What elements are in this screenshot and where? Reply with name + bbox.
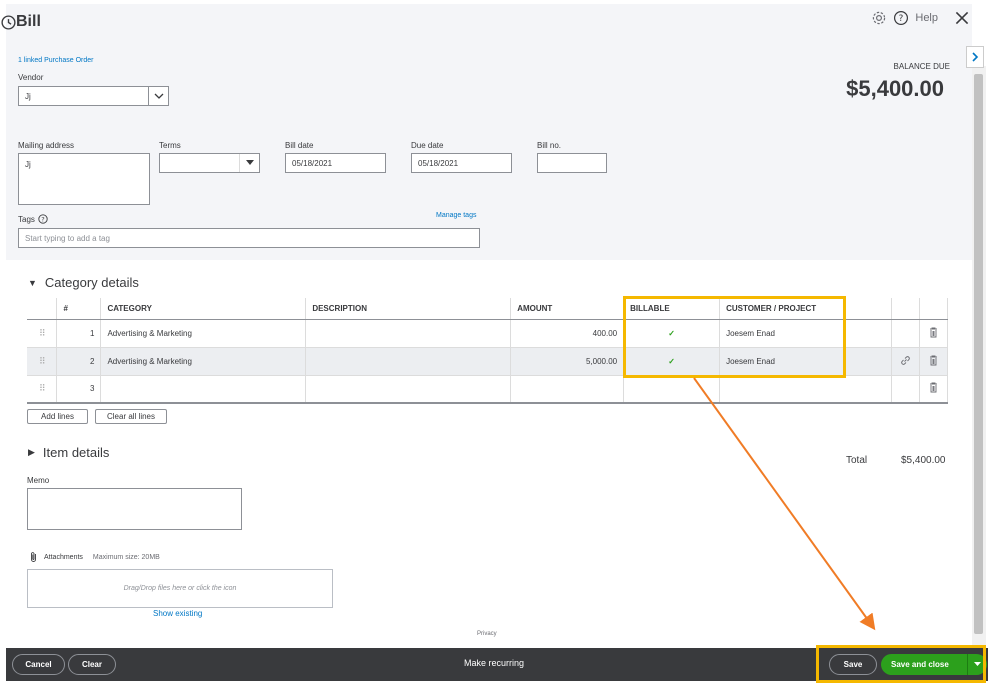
mailing-address-field[interactable]: Jj <box>18 153 150 205</box>
row-category[interactable] <box>100 375 307 404</box>
vendor-label: Vendor <box>18 73 44 82</box>
caret-down-icon[interactable] <box>239 154 259 172</box>
attachments-max-size: Maximum size: 20MB <box>92 553 160 561</box>
row-amount[interactable] <box>510 375 625 404</box>
help-label[interactable]: Help <box>915 12 938 24</box>
row-description[interactable] <box>305 375 512 404</box>
linked-po-link[interactable]: 1 linked Purchase Order <box>18 57 93 64</box>
tags-input[interactable]: Start typing to add a tag <box>18 228 480 248</box>
due-date-label: Due date <box>411 141 444 150</box>
drag-handle-icon[interactable]: ⠿ <box>27 319 58 348</box>
row-billable[interactable] <box>623 375 721 404</box>
row-number: 2 <box>56 347 102 376</box>
billable-customer-highlight <box>623 296 846 378</box>
page-title: Bill <box>16 13 41 30</box>
terms-label: Terms <box>159 141 181 150</box>
svg-text:?: ? <box>41 216 44 224</box>
bill-no-label: Bill no. <box>537 141 562 150</box>
mailing-address-label: Mailing address <box>18 141 75 150</box>
attachments-row: Attachments Maximum size: 20MB <box>29 551 160 563</box>
col-header-description: DESCRIPTION <box>305 298 512 320</box>
row-category[interactable]: Advertising & Marketing <box>100 319 307 348</box>
tags-label-group: Tags ? <box>18 214 48 224</box>
info-icon[interactable]: ? <box>38 214 48 224</box>
balance-due-label: BALANCE DUE <box>893 62 950 71</box>
trash-icon[interactable] <box>919 319 949 348</box>
clear-button[interactable]: Clear <box>68 654 116 675</box>
chevron-down-icon[interactable] <box>148 87 168 105</box>
make-recurring-button[interactable]: Make recurring <box>464 658 524 668</box>
trash-icon[interactable] <box>919 375 949 404</box>
paperclip-icon <box>31 552 36 562</box>
vendor-value: Jj <box>25 92 31 101</box>
tags-label: Tags <box>18 214 35 224</box>
triangle-down-icon: ▼ <box>28 277 37 288</box>
svg-text:?: ? <box>899 14 904 24</box>
link-col-header <box>891 298 920 320</box>
drag-handle-icon[interactable]: ⠿ <box>27 347 58 376</box>
bill-header-panel: Bill ? Help 1 linked Purchase Order Vend… <box>1 4 972 260</box>
total-value: $5,400.00 <box>901 455 946 466</box>
triangle-right-icon: ▶ <box>28 447 35 457</box>
gear-icon[interactable] <box>871 10 887 26</box>
due-date-value: 05/18/2021 <box>418 159 459 168</box>
side-panel-toggle[interactable] <box>966 46 984 68</box>
total-label: Total <box>846 455 868 466</box>
row-category[interactable]: Advertising & Marketing <box>100 347 307 376</box>
tags-placeholder: Start typing to add a tag <box>25 234 110 243</box>
link-icon[interactable] <box>891 347 920 376</box>
delete-col-header <box>919 298 949 320</box>
vendor-select[interactable]: Jj <box>18 86 169 106</box>
row-amount[interactable]: 400.00 <box>510 319 625 348</box>
drag-handle-icon[interactable]: ⠿ <box>27 375 58 404</box>
bill-date-label: Bill date <box>285 141 314 150</box>
memo-field[interactable] <box>27 488 242 530</box>
item-details-toggle[interactable]: ▶ Item details <box>28 445 109 460</box>
save-buttons-highlight <box>816 645 986 683</box>
attachments-drop-text: Drag/Drop files here or click the icon <box>123 585 237 592</box>
manage-tags-link[interactable]: Manage tags <box>436 212 476 219</box>
mailing-address-value: Jj <box>25 160 31 169</box>
trash-icon[interactable] <box>919 347 949 376</box>
bill-date-input[interactable]: 05/18/2021 <box>285 153 386 173</box>
row-description[interactable] <box>305 319 512 348</box>
privacy-link[interactable]: Privacy <box>477 631 497 637</box>
scrollbar-thumb[interactable] <box>974 74 983 634</box>
close-icon[interactable] <box>954 10 970 26</box>
col-header-num: # <box>56 298 102 320</box>
row-description[interactable] <box>305 347 512 376</box>
show-existing-link[interactable]: Show existing <box>153 609 202 618</box>
balance-due-amount: $5,400.00 <box>846 76 944 101</box>
add-lines-button[interactable]: Add lines <box>27 409 88 424</box>
bill-history-icon[interactable] <box>0 14 17 31</box>
bill-no-input[interactable] <box>537 153 607 173</box>
due-date-input[interactable]: 05/18/2021 <box>411 153 512 173</box>
row-customer[interactable] <box>719 375 892 404</box>
clear-all-lines-button[interactable]: Clear all lines <box>95 409 167 424</box>
bill-date-value: 05/18/2021 <box>292 159 333 168</box>
item-details-title: Item details <box>42 445 110 460</box>
terms-select[interactable] <box>159 153 260 173</box>
chevron-right-icon <box>972 52 979 62</box>
cancel-button[interactable]: Cancel <box>12 654 65 675</box>
row-link-cell <box>891 375 920 404</box>
row-number: 1 <box>56 319 102 348</box>
attachments-label: Attachments <box>44 553 83 561</box>
attachments-dropzone[interactable]: Drag/Drop files here or click the icon <box>27 569 333 608</box>
row-amount[interactable]: 5,000.00 <box>510 347 625 376</box>
help-icon[interactable]: ? <box>893 10 909 26</box>
table-row[interactable]: ⠿ 3 <box>27 375 949 404</box>
memo-label: Memo <box>27 476 50 485</box>
col-header-amount: AMOUNT <box>510 298 625 320</box>
col-header-category: CATEGORY <box>100 298 307 320</box>
category-details-title: Category details <box>44 275 139 290</box>
drag-col-header <box>27 298 58 320</box>
row-number: 3 <box>56 375 102 404</box>
category-details-toggle[interactable]: ▼ Category details <box>28 275 139 290</box>
row-link-cell <box>891 319 920 348</box>
